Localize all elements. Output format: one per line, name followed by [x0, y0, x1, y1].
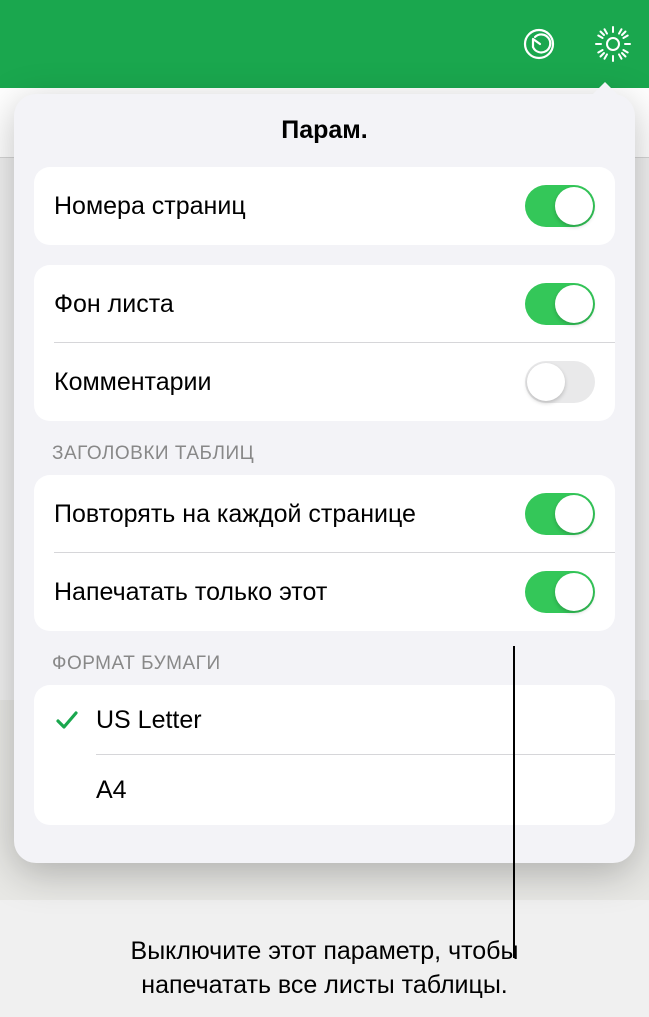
paper-format-section: ФОРМАТ БУМАГИ — [52, 653, 597, 675]
page-numbers-label: Номера страниц — [54, 192, 246, 221]
callout-text: Выключите этот параметр, чтобы напечатат… — [70, 935, 579, 1003]
gear-icon[interactable] — [591, 22, 635, 66]
settings-popover: Парам. Номера страниц Фон листа Коммента… — [14, 94, 635, 863]
repeat-each-page-row: Повторять на каждой странице — [34, 475, 615, 553]
print-only-this-toggle[interactable] — [525, 571, 595, 613]
table-headers-group: Повторять на каждой странице Напечатать … — [34, 475, 615, 631]
undo-icon[interactable] — [517, 22, 561, 66]
popover-title: Парам. — [14, 116, 635, 145]
print-only-this-row: Напечатать только этот — [34, 553, 615, 631]
repeat-each-page-label: Повторять на каждой странице — [54, 500, 416, 529]
paper-us-letter-row[interactable]: US Letter — [34, 685, 615, 755]
popover-tail — [591, 82, 619, 96]
check-icon — [54, 707, 96, 733]
toolbar — [0, 0, 649, 88]
print-only-this-label: Напечатать только этот — [54, 578, 327, 607]
sheet-background-toggle[interactable] — [525, 283, 595, 325]
callout-line — [513, 646, 515, 958]
comments-label: Комментарии — [54, 368, 211, 397]
table-headers-section: ЗАГОЛОВКИ ТАБЛИЦ — [52, 443, 597, 465]
paper-a4-row[interactable]: A4 — [34, 755, 615, 825]
sheet-background-row: Фон листа — [34, 265, 615, 343]
comments-toggle[interactable] — [525, 361, 595, 403]
page-numbers-toggle[interactable] — [525, 185, 595, 227]
repeat-each-page-toggle[interactable] — [525, 493, 595, 535]
paper-us-letter-label: US Letter — [96, 706, 202, 735]
comments-row: Комментарии — [34, 343, 615, 421]
paper-a4-label: A4 — [96, 776, 127, 805]
sheet-background-label: Фон листа — [54, 290, 174, 319]
options-group: Номера страниц — [34, 167, 615, 245]
display-group: Фон листа Комментарии — [34, 265, 615, 421]
page-numbers-row: Номера страниц — [34, 167, 615, 245]
paper-format-group: US Letter A4 — [34, 685, 615, 825]
